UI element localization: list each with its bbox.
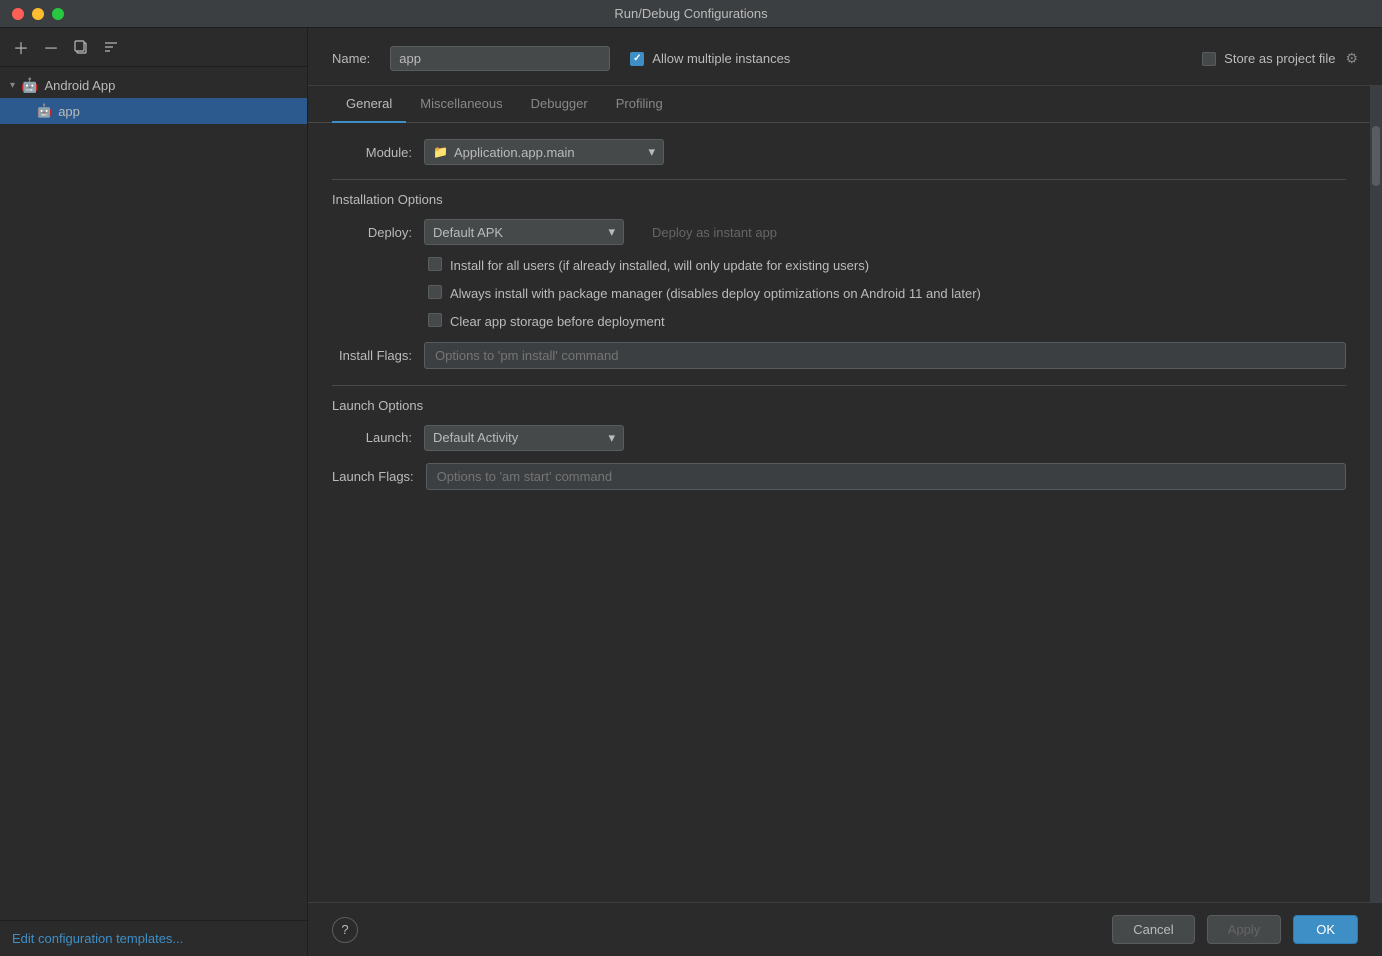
always-install-checkbox[interactable]	[428, 285, 442, 299]
bottom-bar: ? Cancel Apply OK	[308, 902, 1382, 956]
clear-storage-row: Clear app storage before deployment	[332, 313, 1346, 331]
config-header: Name: Allow multiple instances Store as …	[308, 28, 1382, 86]
launch-row: Launch: Default Activity ▾	[332, 425, 1346, 451]
chevron-down-icon: ▾	[648, 144, 655, 160]
clear-storage-label: Clear app storage before deployment	[450, 313, 665, 331]
module-row: Module: 📁 Application.app.main ▾	[332, 139, 1346, 165]
divider-2	[332, 385, 1346, 386]
gear-icon[interactable]: ⚙	[1345, 50, 1358, 67]
launch-flags-row: Launch Flags:	[332, 463, 1346, 490]
allow-multiple-checkbox[interactable]	[630, 52, 644, 66]
android-icon: 🤖	[21, 77, 38, 94]
install-all-users-row: Install for all users (if already instal…	[332, 257, 1346, 275]
help-button[interactable]: ?	[332, 917, 358, 943]
sort-config-button[interactable]	[100, 36, 122, 58]
traffic-lights	[12, 8, 64, 20]
deploy-row: Deploy: Default APK ▾ Deploy as instant …	[332, 219, 1346, 245]
copy-config-button[interactable]	[70, 36, 92, 58]
install-flags-row: Install Flags:	[332, 342, 1346, 369]
module-dropdown[interactable]: 📁 Application.app.main ▾	[424, 139, 664, 165]
launch-section-title: Launch Options	[332, 398, 1346, 413]
config-content: General Miscellaneous Debugger Profiling…	[308, 86, 1370, 902]
deploy-value: Default APK	[433, 225, 602, 240]
chevron-down-icon: ▾	[10, 80, 15, 91]
ok-button[interactable]: OK	[1293, 915, 1358, 944]
close-button[interactable]	[12, 8, 24, 20]
sidebar-item-label: app	[58, 104, 80, 119]
launch-dropdown[interactable]: Default Activity ▾	[424, 425, 624, 451]
deploy-instant-app-label: Deploy as instant app	[652, 225, 777, 240]
scrollbar-track	[1370, 86, 1382, 902]
name-label: Name:	[332, 51, 370, 66]
divider-1	[332, 179, 1346, 180]
cancel-button[interactable]: Cancel	[1112, 915, 1194, 944]
module-label: Module:	[332, 145, 412, 160]
tab-general[interactable]: General	[332, 86, 406, 123]
store-project-checkbox[interactable]	[1202, 52, 1216, 66]
launch-options-section: Launch Options Launch: Default Activity …	[332, 398, 1346, 490]
installation-section-title: Installation Options	[332, 192, 1346, 207]
sidebar-item-app[interactable]: 🤖 app	[0, 98, 307, 124]
name-input[interactable]	[390, 46, 610, 71]
config-sections: Module: 📁 Application.app.main ▾ Install…	[308, 123, 1370, 518]
content-area: Name: Allow multiple instances Store as …	[308, 28, 1382, 956]
sidebar: ＋ － ▾ 🤖 Android App	[0, 28, 308, 956]
android-app-icon: 🤖	[36, 103, 52, 119]
store-project-label: Store as project file	[1224, 51, 1335, 66]
installation-options-section: Installation Options Deploy: Default APK…	[332, 192, 1346, 369]
install-flags-label: Install Flags:	[332, 348, 412, 363]
install-all-users-checkbox[interactable]	[428, 257, 442, 271]
tab-miscellaneous[interactable]: Miscellaneous	[406, 86, 516, 123]
scrollbar-thumb[interactable]	[1372, 126, 1380, 186]
tab-debugger[interactable]: Debugger	[517, 86, 602, 123]
edit-templates-link[interactable]: Edit configuration templates...	[12, 931, 183, 946]
sidebar-content: ▾ 🤖 Android App 🤖 app	[0, 67, 307, 920]
add-config-button[interactable]: ＋	[10, 36, 32, 58]
minimize-button[interactable]	[32, 8, 44, 20]
sidebar-footer: Edit configuration templates...	[0, 920, 307, 956]
chevron-down-icon: ▾	[608, 224, 615, 240]
allow-multiple-group: Allow multiple instances	[630, 51, 790, 66]
always-install-label: Always install with package manager (dis…	[450, 285, 981, 303]
titlebar: Run/Debug Configurations	[0, 0, 1382, 28]
window-title: Run/Debug Configurations	[614, 6, 767, 21]
deploy-label: Deploy:	[332, 225, 412, 240]
content-with-scroll: General Miscellaneous Debugger Profiling…	[308, 86, 1382, 902]
maximize-button[interactable]	[52, 8, 64, 20]
sidebar-group-android-app[interactable]: ▾ 🤖 Android App	[0, 73, 307, 98]
launch-label: Launch:	[332, 430, 412, 445]
tabs-bar: General Miscellaneous Debugger Profiling	[308, 86, 1370, 123]
launch-flags-label: Launch Flags:	[332, 469, 414, 484]
group-label: Android App	[44, 78, 115, 93]
launch-flags-input[interactable]	[426, 463, 1346, 490]
main-layout: ＋ － ▾ 🤖 Android App	[0, 28, 1382, 956]
always-install-row: Always install with package manager (dis…	[332, 285, 1346, 303]
store-project-group: Store as project file ⚙	[1202, 50, 1358, 67]
install-flags-input[interactable]	[424, 342, 1346, 369]
allow-multiple-label: Allow multiple instances	[652, 51, 790, 66]
sidebar-toolbar: ＋ －	[0, 28, 307, 67]
module-icon: 📁	[433, 145, 448, 159]
install-all-users-label: Install for all users (if already instal…	[450, 257, 869, 275]
module-value: Application.app.main	[454, 145, 643, 160]
chevron-down-icon: ▾	[608, 430, 615, 446]
launch-value: Default Activity	[433, 430, 602, 445]
deploy-dropdown[interactable]: Default APK ▾	[424, 219, 624, 245]
remove-config-button[interactable]: －	[40, 36, 62, 58]
tab-profiling[interactable]: Profiling	[602, 86, 677, 123]
apply-button[interactable]: Apply	[1207, 915, 1282, 944]
clear-storage-checkbox[interactable]	[428, 313, 442, 327]
